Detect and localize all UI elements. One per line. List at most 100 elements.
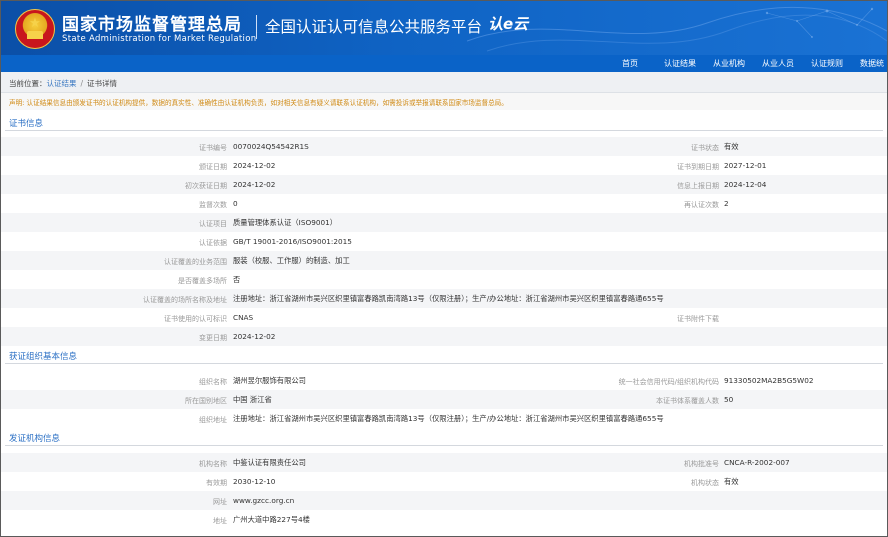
label-website: 网址 <box>213 498 227 506</box>
breadcrumb-link-results[interactable]: 认证结果 <box>47 79 77 88</box>
value-issue-date: 2024-12-02 <box>233 161 276 170</box>
info-row: 证书使用的认可标识 CNAS 证书附件下载 <box>1 308 887 327</box>
info-row: 有效期 2030-12-10 机构状态 有效 <box>1 472 887 491</box>
platform-logo[interactable]: 认e云 <box>488 13 528 34</box>
value-cert-no: 0070024Q54542R1S <box>233 142 309 151</box>
site-header: ★ 国家市场监督管理总局 State Administration for Ma… <box>1 1 887 55</box>
label-cert-no: 证书编号 <box>199 144 227 152</box>
info-row: 变更日期 2024-12-02 <box>1 327 887 346</box>
info-row: 网址 www.gzcc.org.cn <box>1 491 887 510</box>
header-divider <box>256 15 257 39</box>
info-row: 地址 广州大道中路227号4楼 <box>1 510 887 529</box>
page-frame: ★ 国家市场监督管理总局 State Administration for Ma… <box>0 0 888 537</box>
label-org-address: 组织地址 <box>199 416 227 424</box>
info-row: 颁证日期 2024-12-02 证书到期日期 2027-12-01 <box>1 156 887 175</box>
main-nav: 首页 认证结果 从业机构 从业人员 认证规则 数据统 <box>1 55 887 72</box>
org-name-en: State Administration for Market Regulati… <box>62 34 257 44</box>
org-name-cn: 国家市场监督管理总局 <box>62 15 242 35</box>
value-first-date: 2024-12-02 <box>233 180 276 189</box>
value-staff-count: 50 <box>724 395 734 404</box>
breadcrumb-bar: 当前位置：认证结果 / 证书详情 <box>1 72 887 93</box>
value-multisite: 否 <box>233 275 241 284</box>
info-row: 监督次数 0 再认证次数 2 <box>1 194 887 213</box>
value-project: 质量管理体系认证（ISO9001） <box>233 218 338 227</box>
value-change-date: 2024-12-02 <box>233 332 276 341</box>
disclaimer-text: 声明: 认证结果信息由颁发证书的认证机构提供，数据的真实性、准确性由认证机构负责… <box>9 99 508 107</box>
label-multisite: 是否覆盖多场所 <box>178 277 227 285</box>
info-row: 机构名称 中鉴认证有限责任公司 机构批准号 CNCA-R-2002-007 <box>1 453 887 472</box>
info-row: 所在国别地区 中国 浙江省 本证书体系覆盖人数 50 <box>1 390 887 409</box>
value-scope: 服装（校服、工作服）的制造、加工 <box>233 256 350 265</box>
label-basis: 认证依据 <box>199 239 227 247</box>
national-emblem-icon: ★ <box>15 9 55 49</box>
label-scope: 认证覆盖的业务范围 <box>164 258 227 266</box>
label-report-date: 信息上报日期 <box>677 182 719 190</box>
info-row: 证书编号 0070024Q54542R1S 证书状态 有效 <box>1 137 887 156</box>
value-credit-code: 91330502MA2B5G5W02 <box>724 376 814 385</box>
info-row: 认证依据 GB/T 19001-2016/ISO9001:2015 <box>1 232 887 251</box>
value-issuer-status: 有效 <box>724 477 739 486</box>
label-issuer-name: 机构名称 <box>199 460 227 468</box>
label-staff-count: 本证书体系覆盖人数 <box>656 397 719 405</box>
section-title-cert: 证书信息 <box>9 119 44 129</box>
label-cert-status: 证书状态 <box>691 144 719 152</box>
value-valid-until: 2030-12-10 <box>233 477 276 486</box>
nav-item-rules[interactable]: 认证规则 <box>811 55 843 72</box>
value-org-name: 湖州昱尔服饰有限公司 <box>233 376 306 385</box>
notice-bar: 声明: 认证结果信息由颁发证书的认证机构提供，数据的真实性、准确性由认证机构负责… <box>1 93 887 110</box>
info-row: 组织地址 注册地址：浙江省湖州市吴兴区织里镇富春路凯南湾路13号（仅限注册）；生… <box>1 409 887 428</box>
label-sites: 认证覆盖的场所名称及地址 <box>143 296 227 304</box>
value-sites: 注册地址：浙江省湖州市吴兴区织里镇富春路凯南湾路13号（仅限注册）；生产/办公地… <box>233 294 664 303</box>
value-approval-no: CNCA-R-2002-007 <box>724 458 790 467</box>
info-row: 是否覆盖多场所 否 <box>1 270 887 289</box>
info-row: 认证覆盖的业务范围 服装（校服、工作服）的制造、加工 <box>1 251 887 270</box>
label-first-date: 初次获证日期 <box>185 182 227 190</box>
section-title-org: 获证组织基本信息 <box>9 352 78 362</box>
section-divider <box>5 130 883 131</box>
value-website[interactable]: www.gzcc.org.cn <box>233 496 294 505</box>
nav-item-agencies[interactable]: 从业机构 <box>713 55 745 72</box>
info-row: 认证覆盖的场所名称及地址 注册地址：浙江省湖州市吴兴区织里镇富春路凯南湾路13号… <box>1 289 887 308</box>
label-region: 所在国别地区 <box>185 397 227 405</box>
value-cert-status: 有效 <box>724 142 739 151</box>
nav-item-home[interactable]: 首页 <box>622 55 638 72</box>
header-decoration <box>467 6 887 52</box>
nav-item-personnel[interactable]: 从业人员 <box>762 55 794 72</box>
value-region: 中国 浙江省 <box>233 395 272 404</box>
label-org-name: 组织名称 <box>199 378 227 386</box>
value-issuer-address: 广州大道中路227号4楼 <box>233 515 310 524</box>
value-basis: GB/T 19001-2016/ISO9001:2015 <box>233 237 352 246</box>
value-expiry-date: 2027-12-01 <box>724 161 767 170</box>
section-divider <box>5 363 883 364</box>
value-accreditation-mark: CNAS <box>233 313 254 322</box>
breadcrumb-prefix: 当前位置： <box>9 79 47 88</box>
info-row: 初次获证日期 2024-12-02 信息上报日期 2024-12-04 <box>1 175 887 194</box>
label-change-date: 变更日期 <box>199 334 227 342</box>
label-issue-date: 颁证日期 <box>199 163 227 171</box>
platform-title: 全国认证认可信息公共服务平台 <box>265 18 483 36</box>
label-expiry-date: 证书到期日期 <box>677 163 719 171</box>
breadcrumb-current: 证书详情 <box>87 79 118 88</box>
breadcrumb-separator: / <box>80 79 84 88</box>
nav-item-results[interactable]: 认证结果 <box>664 55 696 72</box>
info-row: 认证项目 质量管理体系认证（ISO9001） <box>1 213 887 232</box>
value-report-date: 2024-12-04 <box>724 180 767 189</box>
value-surveillance-count: 0 <box>233 199 238 208</box>
breadcrumb: 当前位置：认证结果 / 证书详情 <box>9 78 117 89</box>
label-project: 认证项目 <box>199 220 227 228</box>
label-issuer-status: 机构状态 <box>691 479 719 487</box>
label-surveillance-count: 监督次数 <box>199 201 227 209</box>
label-issuer-address: 地址 <box>213 517 227 525</box>
section-title-issuer: 发证机构信息 <box>9 434 61 444</box>
label-approval-no: 机构批准号 <box>684 460 719 468</box>
info-row: 组织名称 湖州昱尔服饰有限公司 统一社会信用代码/组织机构代码 91330502… <box>1 371 887 390</box>
value-recert-count: 2 <box>724 199 729 208</box>
nav-item-stats[interactable]: 数据统 <box>860 55 884 72</box>
value-issuer-name: 中鉴认证有限责任公司 <box>233 458 306 467</box>
value-org-address: 注册地址：浙江省湖州市吴兴区织里镇富春路凯南湾路13号（仅限注册）；生产/办公地… <box>233 414 664 423</box>
label-accreditation-mark: 证书使用的认可标识 <box>164 315 227 323</box>
label-recert-count: 再认证次数 <box>684 201 719 209</box>
label-valid-until: 有效期 <box>206 479 227 487</box>
attachment-download-link[interactable]: 证书附件下载 <box>677 314 719 324</box>
section-divider <box>5 445 883 446</box>
